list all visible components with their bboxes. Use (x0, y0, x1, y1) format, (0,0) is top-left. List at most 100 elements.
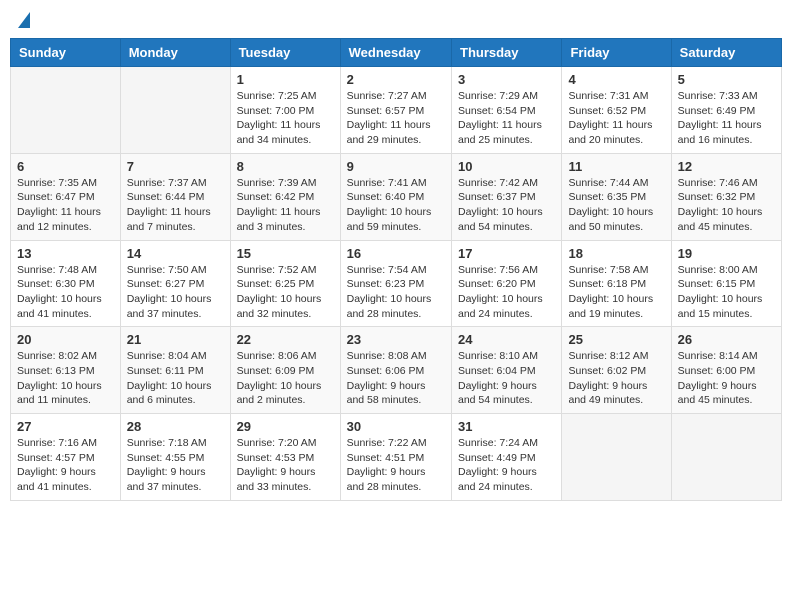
day-number: 2 (347, 72, 445, 87)
day-info: Sunrise: 7:39 AM Sunset: 6:42 PM Dayligh… (237, 176, 334, 235)
day-info: Sunrise: 7:56 AM Sunset: 6:20 PM Dayligh… (458, 263, 555, 322)
weekday-header-cell: Monday (120, 39, 230, 67)
day-number: 19 (678, 246, 775, 261)
calendar-day-cell: 17 Sunrise: 7:56 AM Sunset: 6:20 PM Dayli… (452, 240, 562, 327)
day-number: 4 (568, 72, 664, 87)
calendar-day-cell: 10 Sunrise: 7:42 AM Sunset: 6:37 PM Dayli… (452, 153, 562, 240)
day-info: Sunrise: 8:04 AM Sunset: 6:11 PM Dayligh… (127, 349, 224, 408)
calendar-week-row: 1 Sunrise: 7:25 AM Sunset: 7:00 PM Daylig… (11, 67, 782, 154)
day-info: Sunrise: 7:24 AM Sunset: 4:49 PM Dayligh… (458, 436, 555, 495)
calendar-day-cell: 28Sunrise: 7:18 AM Sunset: 4:55 PM Dayli… (120, 414, 230, 501)
day-number: 22 (237, 332, 334, 347)
weekday-header-cell: Wednesday (340, 39, 451, 67)
day-info: Sunrise: 7:54 AM Sunset: 6:23 PM Dayligh… (347, 263, 445, 322)
day-info: Sunrise: 7:48 AM Sunset: 6:30 PM Dayligh… (17, 263, 114, 322)
day-number: 29 (237, 419, 334, 434)
day-info: Sunrise: 8:00 AM Sunset: 6:15 PM Dayligh… (678, 263, 775, 322)
calendar-day-cell: 31 Sunrise: 7:24 AM Sunset: 4:49 PM Dayli… (452, 414, 562, 501)
day-number: 11 (568, 159, 664, 174)
calendar-day-cell: 29 Sunrise: 7:20 AM Sunset: 4:53 PM Dayli… (230, 414, 340, 501)
calendar-day-cell: 5 Sunrise: 7:33 AM Sunset: 6:49 PM Daylig… (671, 67, 781, 154)
day-number: 8 (237, 159, 334, 174)
calendar-day-cell: 16 Sunrise: 7:54 AM Sunset: 6:23 PM Dayli… (340, 240, 451, 327)
day-info: Sunrise: 8:02 AM Sunset: 6:13 PM Dayligh… (17, 349, 114, 408)
day-number: 27 (17, 419, 114, 434)
calendar-day-cell: 27 Sunrise: 7:16 AM Sunset: 4:57 PM Dayli… (11, 414, 121, 501)
day-info: Sunrise: 7:27 AM Sunset: 6:57 PM Dayligh… (347, 89, 445, 148)
calendar-day-cell: 3Sunrise: 7:29 AM Sunset: 6:54 PM Daylig… (452, 67, 562, 154)
calendar-day-cell: 21 Sunrise: 8:04 AM Sunset: 6:11 PM Dayli… (120, 327, 230, 414)
day-info: Sunrise: 8:10 AM Sunset: 6:04 PM Dayligh… (458, 349, 555, 408)
calendar-day-cell: 14Sunrise: 7:50 AM Sunset: 6:27 PM Dayli… (120, 240, 230, 327)
day-info: Sunrise: 7:33 AM Sunset: 6:49 PM Dayligh… (678, 89, 775, 148)
day-number: 15 (237, 246, 334, 261)
calendar-day-cell: 1 Sunrise: 7:25 AM Sunset: 7:00 PM Daylig… (230, 67, 340, 154)
calendar-day-cell: 11Sunrise: 7:44 AM Sunset: 6:35 PM Dayli… (562, 153, 671, 240)
day-number: 3 (458, 72, 555, 87)
day-number: 23 (347, 332, 445, 347)
calendar-day-cell (120, 67, 230, 154)
day-number: 7 (127, 159, 224, 174)
day-info: Sunrise: 7:31 AM Sunset: 6:52 PM Dayligh… (568, 89, 664, 148)
day-info: Sunrise: 8:08 AM Sunset: 6:06 PM Dayligh… (347, 349, 445, 408)
calendar-day-cell: 2 Sunrise: 7:27 AM Sunset: 6:57 PM Daylig… (340, 67, 451, 154)
calendar-day-cell: 4 Sunrise: 7:31 AM Sunset: 6:52 PM Daylig… (562, 67, 671, 154)
calendar-day-cell: 12Sunrise: 7:46 AM Sunset: 6:32 PM Dayli… (671, 153, 781, 240)
page-header (10, 10, 782, 28)
logo-arrow-icon (18, 12, 30, 28)
day-info: Sunrise: 7:20 AM Sunset: 4:53 PM Dayligh… (237, 436, 334, 495)
calendar-day-cell: 25 Sunrise: 8:12 AM Sunset: 6:02 PM Dayli… (562, 327, 671, 414)
calendar-day-cell: 19 Sunrise: 8:00 AM Sunset: 6:15 PM Dayli… (671, 240, 781, 327)
calendar-day-cell (671, 414, 781, 501)
day-info: Sunrise: 7:22 AM Sunset: 4:51 PM Dayligh… (347, 436, 445, 495)
calendar-week-row: 20 Sunrise: 8:02 AM Sunset: 6:13 PM Dayli… (11, 327, 782, 414)
day-number: 16 (347, 246, 445, 261)
calendar-day-cell: 30 Sunrise: 7:22 AM Sunset: 4:51 PM Dayli… (340, 414, 451, 501)
day-info: Sunrise: 7:58 AM Sunset: 6:18 PM Dayligh… (568, 263, 664, 322)
day-info: Sunrise: 8:14 AM Sunset: 6:00 PM Dayligh… (678, 349, 775, 408)
day-number: 25 (568, 332, 664, 347)
calendar-day-cell (11, 67, 121, 154)
calendar-day-cell: 13 Sunrise: 7:48 AM Sunset: 6:30 PM Dayli… (11, 240, 121, 327)
day-number: 10 (458, 159, 555, 174)
day-number: 5 (678, 72, 775, 87)
day-info: Sunrise: 7:18 AM Sunset: 4:55 PM Dayligh… (127, 436, 224, 495)
calendar-day-cell: 24 Sunrise: 8:10 AM Sunset: 6:04 PM Dayli… (452, 327, 562, 414)
calendar-day-cell: 26Sunrise: 8:14 AM Sunset: 6:00 PM Dayli… (671, 327, 781, 414)
calendar-day-cell (562, 414, 671, 501)
day-info: Sunrise: 7:41 AM Sunset: 6:40 PM Dayligh… (347, 176, 445, 235)
weekday-header-cell: Sunday (11, 39, 121, 67)
day-info: Sunrise: 7:37 AM Sunset: 6:44 PM Dayligh… (127, 176, 224, 235)
day-info: Sunrise: 7:42 AM Sunset: 6:37 PM Dayligh… (458, 176, 555, 235)
calendar-day-cell: 7 Sunrise: 7:37 AM Sunset: 6:44 PM Daylig… (120, 153, 230, 240)
day-number: 21 (127, 332, 224, 347)
calendar-day-cell: 15Sunrise: 7:52 AM Sunset: 6:25 PM Dayli… (230, 240, 340, 327)
day-info: Sunrise: 8:06 AM Sunset: 6:09 PM Dayligh… (237, 349, 334, 408)
day-number: 13 (17, 246, 114, 261)
day-number: 12 (678, 159, 775, 174)
calendar-week-row: 13 Sunrise: 7:48 AM Sunset: 6:30 PM Dayli… (11, 240, 782, 327)
day-number: 18 (568, 246, 664, 261)
day-number: 30 (347, 419, 445, 434)
day-number: 1 (237, 72, 334, 87)
day-number: 20 (17, 332, 114, 347)
day-info: Sunrise: 7:35 AM Sunset: 6:47 PM Dayligh… (17, 176, 114, 235)
day-info: Sunrise: 7:16 AM Sunset: 4:57 PM Dayligh… (17, 436, 114, 495)
day-number: 24 (458, 332, 555, 347)
weekday-header-cell: Tuesday (230, 39, 340, 67)
calendar-week-row: 27 Sunrise: 7:16 AM Sunset: 4:57 PM Dayli… (11, 414, 782, 501)
day-info: Sunrise: 7:25 AM Sunset: 7:00 PM Dayligh… (237, 89, 334, 148)
weekday-header-cell: Thursday (452, 39, 562, 67)
day-number: 31 (458, 419, 555, 434)
calendar-table: SundayMondayTuesdayWednesdayThursdayFrid… (10, 38, 782, 501)
calendar-day-cell: 20 Sunrise: 8:02 AM Sunset: 6:13 PM Dayli… (11, 327, 121, 414)
calendar-week-row: 6 Sunrise: 7:35 AM Sunset: 6:47 PM Daylig… (11, 153, 782, 240)
day-number: 9 (347, 159, 445, 174)
weekday-header-cell: Friday (562, 39, 671, 67)
day-number: 17 (458, 246, 555, 261)
day-info: Sunrise: 7:50 AM Sunset: 6:27 PM Dayligh… (127, 263, 224, 322)
day-info: Sunrise: 8:12 AM Sunset: 6:02 PM Dayligh… (568, 349, 664, 408)
logo (15, 10, 30, 28)
calendar-body: 1 Sunrise: 7:25 AM Sunset: 7:00 PM Daylig… (11, 67, 782, 501)
day-number: 6 (17, 159, 114, 174)
